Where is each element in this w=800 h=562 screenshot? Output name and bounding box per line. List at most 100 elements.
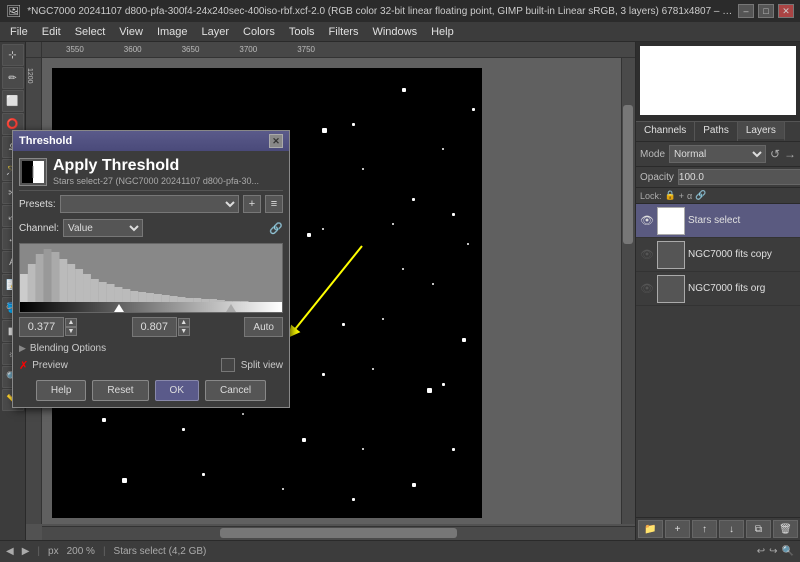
- statusbar: ◀ ▶ | px 200 % | Stars select (4,2 GB) ↩…: [0, 540, 800, 562]
- status-zoom: 200 %: [67, 546, 95, 557]
- raise-layer-btn[interactable]: ↑: [692, 520, 717, 538]
- dialog-icon: [19, 158, 47, 186]
- close-button[interactable]: ✕: [778, 4, 794, 18]
- star-39: [352, 498, 355, 501]
- blending-options-row[interactable]: ▶ Blending Options: [19, 343, 283, 354]
- status-layer: Stars select (4,2 GB): [114, 546, 207, 557]
- layer-thumb-stars: [657, 207, 685, 235]
- scrollbar-h-thumb[interactable]: [220, 528, 457, 538]
- menu-item-select[interactable]: Select: [69, 25, 112, 39]
- menu-item-image[interactable]: Image: [151, 25, 194, 39]
- undo-btn[interactable]: ↩: [757, 546, 765, 557]
- menu-item-edit[interactable]: Edit: [36, 25, 67, 39]
- threshold-dialog: Threshold ✕ Apply Threshold Stars select…: [12, 130, 290, 408]
- ok-button[interactable]: OK: [155, 380, 199, 401]
- layers-panel: Mode Normal ↺ → Opacity ↺ Lock: 🔒 + α 🔗: [636, 142, 800, 540]
- layer-item-ngc-org[interactable]: 👁 NGC7000 fits org: [636, 272, 800, 306]
- tab-channels[interactable]: Channels: [636, 122, 695, 141]
- status-nav-right[interactable]: ▶: [22, 546, 30, 557]
- lock-alpha-icon[interactable]: α: [687, 191, 692, 201]
- ruler-horizontal: 3550 3600 3650 3700 3750: [42, 42, 635, 58]
- new-layer-btn[interactable]: +: [665, 520, 690, 538]
- tool-paint[interactable]: ✏: [2, 67, 24, 89]
- opacity-label: Opacity: [640, 172, 674, 183]
- scrollbar-v-thumb[interactable]: [623, 105, 633, 245]
- star-21: [382, 318, 384, 320]
- reset-button[interactable]: Reset: [92, 380, 148, 401]
- high-threshold-slider[interactable]: [226, 304, 236, 312]
- menu-item-view[interactable]: View: [113, 25, 149, 39]
- delete-layer-btn[interactable]: 🗑: [773, 520, 798, 538]
- high-value-input[interactable]: [132, 317, 177, 337]
- star-20: [342, 323, 345, 326]
- layer-item-stars-select[interactable]: 👁 Stars select: [636, 204, 800, 238]
- menu-item-file[interactable]: File: [4, 25, 34, 39]
- lock-all-icon[interactable]: 🔗: [695, 190, 706, 201]
- layer-visibility-stars[interactable]: 👁: [640, 214, 654, 228]
- dialog-subtitle: Stars select-27 (NGC7000 20241107 d800-p…: [53, 176, 259, 186]
- menu-item-layer[interactable]: Layer: [196, 25, 236, 39]
- tab-layers[interactable]: Layers: [738, 122, 785, 141]
- auto-button[interactable]: Auto: [244, 317, 283, 337]
- lower-layer-btn[interactable]: ↓: [719, 520, 744, 538]
- menubar: FileEditSelectViewImageLayerColorsToolsF…: [0, 22, 800, 42]
- preview-check-icon[interactable]: ✗: [19, 359, 28, 372]
- split-view-checkbox[interactable]: [221, 358, 235, 372]
- layer-thumb-ngc-org: [657, 275, 685, 303]
- menu-item-windows[interactable]: Windows: [366, 25, 423, 39]
- mode-select[interactable]: Normal: [669, 145, 766, 163]
- low-value-input[interactable]: [19, 317, 64, 337]
- high-value-increment[interactable]: ▲: [178, 318, 190, 327]
- scrollbar-horizontal[interactable]: [42, 526, 635, 540]
- lock-position-icon[interactable]: +: [679, 191, 684, 201]
- dialog-close-button[interactable]: ✕: [269, 134, 283, 148]
- layer-name-ngc-org: NGC7000 fits org: [688, 283, 796, 294]
- opacity-input[interactable]: [678, 169, 800, 185]
- menu-item-colors[interactable]: Colors: [237, 25, 281, 39]
- presets-add-btn[interactable]: +: [243, 195, 261, 213]
- cancel-button[interactable]: Cancel: [205, 380, 266, 401]
- presets-menu-btn[interactable]: ≡: [265, 195, 283, 213]
- histogram-canvas: [20, 244, 282, 304]
- low-value-decrement[interactable]: ▼: [65, 327, 77, 336]
- menu-item-filters[interactable]: Filters: [323, 25, 365, 39]
- tool-select-rect[interactable]: ⬜: [2, 90, 24, 112]
- lock-pixels-icon[interactable]: 🔒: [665, 190, 676, 201]
- titlebar: 🖼 *NGC7000 20241107 d800-pfa-300f4-24x24…: [0, 0, 800, 22]
- presets-select[interactable]: [60, 195, 239, 213]
- redo-btn[interactable]: ↪: [769, 546, 777, 557]
- help-button[interactable]: Help: [36, 380, 87, 401]
- split-view-label: Split view: [241, 360, 283, 371]
- dialog-titles: Apply Threshold Stars select-27 (NGC7000…: [53, 157, 259, 186]
- low-value-increment[interactable]: ▲: [65, 318, 77, 327]
- layers-opacity-row: Opacity ↺: [636, 167, 800, 188]
- tab-paths[interactable]: Paths: [695, 122, 738, 141]
- status-nav-left[interactable]: ◀: [6, 546, 14, 557]
- duplicate-layer-btn[interactable]: ⧉: [746, 520, 771, 538]
- star-22: [462, 338, 466, 342]
- star-0: [402, 88, 406, 92]
- mode-next-icon[interactable]: →: [784, 147, 796, 161]
- layer-item-ngc-copy[interactable]: 👁 NGC7000 fits copy: [636, 238, 800, 272]
- high-value-decrement[interactable]: ▼: [178, 327, 190, 336]
- channel-row: Channel: Value 🔗: [19, 219, 283, 237]
- low-threshold-slider[interactable]: [114, 304, 124, 312]
- tool-pointer[interactable]: ⊹: [2, 44, 24, 66]
- menu-item-help[interactable]: Help: [425, 25, 460, 39]
- presets-label: Presets:: [19, 199, 56, 210]
- star-17: [432, 283, 434, 285]
- menu-item-tools[interactable]: Tools: [283, 25, 321, 39]
- panel-tabs: Channels Paths Layers: [636, 122, 800, 142]
- layer-visibility-ngc-copy[interactable]: 👁: [640, 248, 654, 262]
- layers-toolbar: 📁 + ↑ ↓ ⧉ 🗑: [636, 517, 800, 540]
- new-layer-group-btn[interactable]: 📁: [638, 520, 663, 538]
- histogram-widget: [19, 243, 283, 313]
- minimize-button[interactable]: –: [738, 4, 754, 18]
- channel-select[interactable]: Value: [63, 219, 143, 237]
- mode-reset-icon[interactable]: ↺: [770, 147, 780, 161]
- layer-visibility-ngc-org[interactable]: 👁: [640, 282, 654, 296]
- zoom-in-btn[interactable]: 🔍: [782, 546, 794, 557]
- dialog-titlebar: Threshold ✕: [13, 131, 289, 151]
- scrollbar-vertical[interactable]: [621, 58, 635, 524]
- maximize-button[interactable]: □: [758, 4, 774, 18]
